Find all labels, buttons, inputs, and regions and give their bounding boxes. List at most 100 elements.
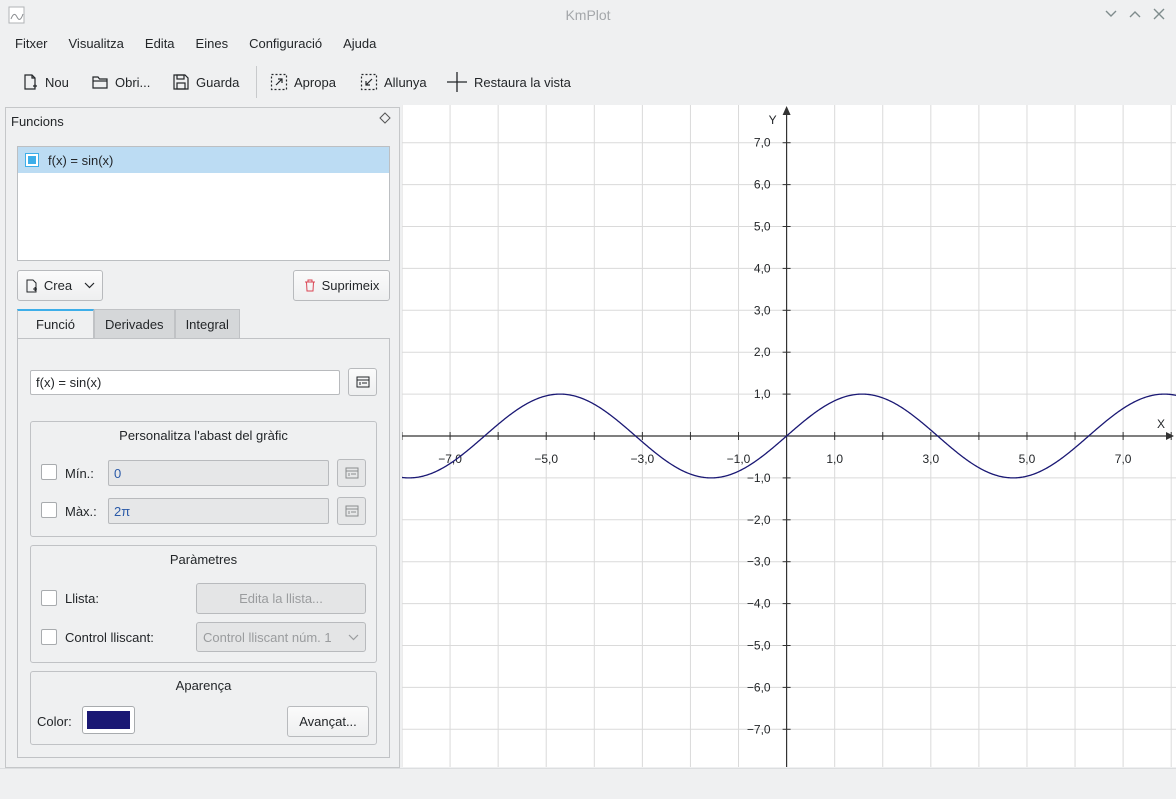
min-checkbox[interactable] [41, 464, 57, 480]
list-checkbox[interactable] [41, 590, 57, 606]
x-axis-arrow [1166, 432, 1174, 440]
maximize-button[interactable] [1128, 6, 1142, 22]
range-group-title: Personalitza l'abast del gràfic [119, 428, 288, 443]
reset-view-label: Restaura la vista [474, 74, 571, 90]
main-toolbar: Nou Obri... Guarda Apropa Allunya Restau… [0, 64, 1176, 100]
delete-button-label: Suprimeix [321, 278, 380, 293]
function-plot[interactable]: −7,0 −5,0 −3,0 −1,0 1,0 3,0 5,0 7,0 7,0 6,0 5,0 4,0… [402, 105, 1176, 767]
y-axis-label: Y [769, 113, 777, 127]
tab-integral[interactable]: Integral [174, 309, 240, 339]
editor-tabs: Funció Derivades Integral [17, 309, 240, 339]
open-button[interactable]: Obri... [91, 64, 150, 100]
chevron-down-icon [348, 634, 359, 640]
appearance-group: Aparença Color: Avançat... [30, 671, 377, 745]
window-title: KmPlot [565, 7, 611, 23]
create-button-label: Crea [43, 278, 73, 293]
toolbar-separator [256, 66, 257, 98]
color-button[interactable] [82, 706, 135, 734]
close-button[interactable] [1152, 6, 1166, 22]
list-item[interactable]: f(x) = sin(x) [18, 147, 389, 173]
min-label: Mín.: [65, 466, 94, 481]
equation-field[interactable]: f(x) = sin(x) [30, 370, 340, 395]
chevron-down-icon [84, 282, 95, 289]
equation-text: f(x) = sin(x) [36, 375, 102, 390]
float-dock-icon[interactable] [379, 112, 391, 124]
menu-view[interactable]: Visualitza [54, 33, 124, 55]
y-tick-label: −2,0 [747, 513, 771, 527]
color-swatch [87, 711, 130, 729]
list-label: Llista: [65, 591, 99, 606]
editor-icon [356, 376, 369, 388]
slider-select[interactable]: Control lliscant núm. 1 [196, 622, 366, 652]
reset-view-button[interactable]: Restaura la vista [446, 64, 571, 100]
new-document-icon [24, 74, 37, 90]
function-list[interactable]: f(x) = sin(x) [17, 146, 390, 261]
slider-label: Control lliscant: [65, 630, 154, 645]
y-tick-label: 2,0 [754, 345, 771, 359]
equation-editor-button[interactable] [348, 368, 377, 396]
max-field[interactable]: 2π [108, 498, 329, 524]
save-button[interactable]: Guarda [172, 64, 239, 100]
x-tick-label: −1,0 [727, 452, 751, 466]
parameters-group-title: Paràmetres [169, 552, 238, 567]
dock-title: Funcions [11, 114, 64, 129]
slider-select-value: Control lliscant núm. 1 [203, 629, 332, 645]
min-value: 0 [114, 465, 122, 481]
delete-button[interactable]: Suprimeix [293, 270, 390, 301]
edit-list-label: Edita la llista... [239, 591, 323, 606]
functions-dock: Funcions f(x) = sin(x) Crea Suprimeix Fu… [5, 107, 400, 768]
new-button-label: Nou [45, 74, 69, 90]
plot-area[interactable]: −7,0 −5,0 −3,0 −1,0 1,0 3,0 5,0 7,0 7,0 6,0 5,0 4,0… [402, 105, 1176, 767]
create-button[interactable]: Crea [17, 270, 103, 301]
y-tick-label: 7,0 [754, 136, 771, 150]
y-tick-label: −4,0 [747, 597, 771, 611]
menu-bar: Fitxer Visualitza Edita Eines Configurac… [0, 33, 382, 55]
menu-settings[interactable]: Configuració [234, 33, 322, 55]
function-tab-page: f(x) = sin(x) Personalitza l'abast del g… [17, 338, 390, 758]
y-tick-label: −7,0 [747, 722, 771, 736]
max-value: 2π [114, 503, 131, 519]
x-tick-label: 3,0 [922, 452, 939, 466]
y-tick-label: −6,0 [747, 680, 771, 694]
y-tick-label: −3,0 [747, 555, 771, 569]
y-tick-label: 4,0 [754, 261, 771, 275]
max-editor-button[interactable] [337, 497, 366, 525]
min-editor-button[interactable] [337, 459, 366, 487]
status-bar [0, 768, 1176, 799]
y-tick-label: −5,0 [747, 638, 771, 652]
new-button[interactable]: Nou [21, 64, 69, 100]
advanced-button[interactable]: Avançat... [287, 706, 369, 737]
menu-tools[interactable]: Eines [181, 33, 229, 55]
slider-checkbox[interactable] [41, 629, 57, 645]
x-tick-label: −5,0 [534, 452, 558, 466]
editor-icon [345, 505, 358, 517]
zoom-in-icon [270, 73, 288, 91]
chevron-up-icon [1129, 11, 1141, 18]
editor-icon [345, 467, 358, 479]
x-axis-label: X [1157, 417, 1165, 431]
tab-function[interactable]: Funció [17, 309, 95, 339]
minimize-button[interactable] [1104, 6, 1118, 22]
min-field[interactable]: 0 [108, 460, 329, 486]
y-tick-label: −1,0 [747, 471, 771, 485]
tab-derivatives[interactable]: Derivades [94, 309, 175, 339]
x-tick-label: 1,0 [826, 452, 843, 466]
zoom-out-icon [360, 73, 378, 91]
appearance-group-title: Aparença [175, 678, 232, 693]
menu-file[interactable]: Fitxer [0, 33, 48, 55]
function-visible-checkbox[interactable] [25, 153, 39, 167]
x-tick-label: 7,0 [1115, 452, 1132, 466]
color-label: Color: [37, 714, 72, 729]
menu-help[interactable]: Ajuda [328, 33, 376, 55]
max-checkbox[interactable] [41, 502, 57, 518]
menu-edit[interactable]: Edita [130, 33, 175, 55]
function-label: f(x) = sin(x) [48, 153, 114, 168]
new-document-icon [26, 279, 37, 292]
zoom-in-button[interactable]: Apropa [270, 64, 336, 100]
zoom-out-button[interactable]: Allunya [360, 64, 427, 100]
open-button-label: Obri... [115, 74, 151, 90]
save-button-label: Guarda [196, 74, 240, 90]
trash-icon [304, 279, 315, 292]
crosshair-icon [447, 72, 467, 92]
edit-list-button[interactable]: Edita la llista... [196, 583, 366, 614]
